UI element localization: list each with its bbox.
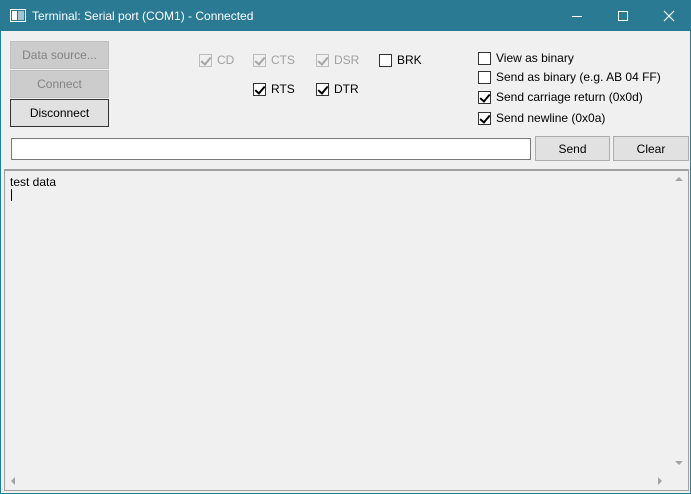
output-text: test data	[10, 175, 57, 189]
scroll-right-icon[interactable]	[658, 477, 662, 485]
brk-checkbox[interactable]: BRK	[379, 52, 422, 68]
terminal-app-icon	[10, 9, 26, 22]
data-source-button[interactable]: Data source...	[10, 41, 109, 69]
cts-checkbox[interactable]: CTS	[253, 52, 295, 68]
terminal-window: Terminal: Serial port (COM1) - Connected…	[0, 0, 691, 494]
send-lf-checkbox[interactable]: Send newline (0x0a)	[478, 110, 605, 126]
dtr-checkbox[interactable]: DTR	[316, 81, 359, 97]
cd-label: CD	[217, 53, 235, 67]
send-cr-check-box	[478, 90, 491, 104]
rts-check-box	[253, 82, 266, 96]
cd-checkbox[interactable]: CD	[199, 52, 234, 68]
scroll-left-icon[interactable]	[11, 477, 15, 485]
send-lf-check-box	[478, 111, 491, 125]
dsr-label: DSR	[334, 53, 360, 67]
send-button[interactable]: Send	[535, 136, 610, 161]
send-lf-label: Send newline (0x0a)	[496, 111, 606, 125]
disconnect-button[interactable]: Disconnect	[10, 99, 109, 127]
send-cr-label: Send carriage return (0x0d)	[496, 90, 643, 104]
vertical-scrollbar[interactable]	[671, 171, 688, 474]
rts-label: RTS	[271, 82, 295, 96]
send-cr-checkbox[interactable]: Send carriage return (0x0d)	[478, 89, 643, 105]
terminal-output[interactable]: test data	[4, 169, 689, 491]
window-title: Terminal: Serial port (COM1) - Connected	[32, 9, 254, 23]
send-binary-check-box	[478, 70, 491, 84]
minimize-icon	[572, 15, 582, 17]
maximize-button[interactable]	[600, 1, 646, 31]
view-binary-label: View as binary	[496, 51, 574, 65]
send-input[interactable]	[11, 138, 531, 160]
minimize-button[interactable]	[554, 1, 600, 31]
dsr-checkbox[interactable]: DSR	[316, 52, 359, 68]
horizontal-scrollbar[interactable]	[5, 473, 671, 490]
brk-check-box	[379, 53, 392, 67]
clear-button[interactable]: Clear	[613, 136, 689, 161]
send-binary-label: Send as binary (e.g. AB 04 FF)	[496, 70, 661, 84]
cts-check-box	[253, 53, 266, 67]
close-button[interactable]	[646, 1, 691, 31]
scroll-down-icon[interactable]	[675, 461, 683, 465]
dtr-label: DTR	[334, 82, 359, 96]
text-caret	[11, 189, 12, 201]
dtr-check-box	[316, 82, 329, 96]
maximize-icon	[618, 11, 628, 21]
view-binary-checkbox[interactable]: View as binary	[478, 50, 574, 66]
cts-label: CTS	[271, 53, 295, 67]
dsr-check-box	[316, 53, 329, 67]
cd-check-box	[199, 53, 212, 67]
close-icon	[663, 10, 675, 22]
view-binary-check-box	[478, 51, 491, 65]
brk-label: BRK	[397, 53, 422, 67]
title-bar: Terminal: Serial port (COM1) - Connected	[1, 1, 690, 31]
rts-checkbox[interactable]: RTS	[253, 81, 295, 97]
send-binary-checkbox[interactable]: Send as binary (e.g. AB 04 FF)	[478, 69, 661, 85]
scroll-up-icon[interactable]	[675, 177, 683, 181]
connect-button[interactable]: Connect	[10, 70, 109, 98]
